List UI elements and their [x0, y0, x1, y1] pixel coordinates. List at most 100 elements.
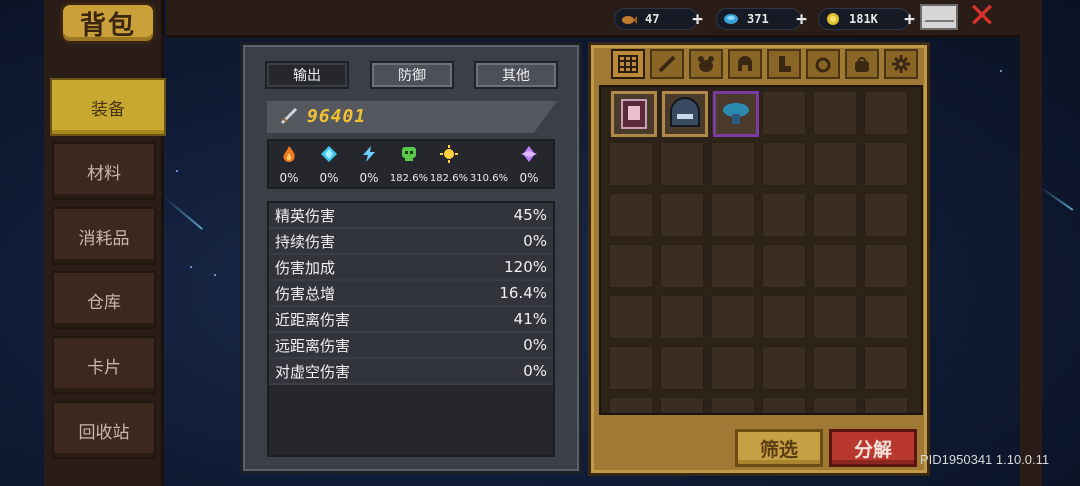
inventory-slot[interactable] — [762, 142, 806, 186]
inventory-slot[interactable] — [813, 244, 857, 288]
add-gem-button[interactable]: + — [796, 9, 807, 30]
sidebar-item-label: 消耗品 — [78, 228, 130, 249]
gem-count: 371 — [747, 12, 769, 26]
inventory-slot[interactable] — [864, 244, 908, 288]
element-void: 0% — [509, 145, 549, 185]
inventory-slot[interactable] — [711, 397, 755, 413]
sidebar-item-label: 装备 — [91, 99, 125, 120]
inventory-slot[interactable] — [762, 244, 806, 288]
grid-icon — [618, 55, 638, 73]
bear-icon — [698, 56, 714, 72]
inventory-slot[interactable] — [762, 295, 806, 339]
stat-value: 41% — [513, 310, 547, 328]
category-ring-tab[interactable] — [806, 49, 840, 79]
inventory-slot[interactable] — [711, 346, 755, 390]
element-lightning: 0% — [349, 145, 389, 185]
tab-defense[interactable]: 防御 — [370, 61, 454, 89]
inventory-slot[interactable] — [813, 193, 857, 237]
inventory-slot[interactable] — [711, 295, 755, 339]
inventory-slot[interactable] — [609, 142, 653, 186]
inventory-slot[interactable] — [813, 397, 857, 413]
sidebar-item-equipment[interactable]: 装备 — [50, 78, 166, 136]
sidebar-item-label: 仓库 — [87, 292, 121, 313]
category-all-tab[interactable] — [611, 49, 645, 79]
fish-icon — [622, 16, 637, 24]
inventory-slot[interactable] — [864, 397, 908, 413]
element-value: 0% — [519, 171, 539, 185]
helmet-icon — [738, 56, 752, 71]
inventory-slot[interactable] — [813, 91, 857, 135]
sidebar-item-consumables[interactable]: 消耗品 — [52, 207, 156, 265]
tab-other[interactable]: 其他 — [474, 61, 558, 89]
inventory-slot[interactable] — [660, 346, 704, 390]
sidebar-item-cards[interactable]: 卡片 — [52, 336, 156, 394]
inventory-slot[interactable] — [660, 142, 704, 186]
inventory-slot[interactable] — [864, 346, 908, 390]
decompose-button[interactable]: 分解 — [829, 429, 917, 467]
stat-label: 对虚空伤害 — [275, 362, 351, 381]
inventory-slot[interactable] — [660, 295, 704, 339]
inventory-item-helmet[interactable] — [662, 91, 708, 137]
sidebar-item-label: 回收站 — [78, 422, 130, 443]
stat-value: 0% — [523, 336, 547, 354]
stat-label: 伤害总增 — [275, 284, 336, 303]
category-bag-tab[interactable] — [845, 49, 879, 79]
page-title-text: 背包 — [79, 10, 136, 41]
mail-icon[interactable] — [920, 4, 958, 30]
inventory-slot[interactable] — [711, 142, 755, 186]
inventory-slot[interactable] — [711, 244, 755, 288]
stat-value: 16.4% — [499, 284, 547, 302]
filter-label: 筛选 — [759, 438, 798, 461]
inventory-item-mushroom[interactable] — [713, 91, 759, 137]
inventory-slot[interactable] — [609, 397, 653, 413]
stat-row: 对虚空伤害 0% — [269, 359, 553, 385]
inventory-slot[interactable] — [609, 295, 653, 339]
stat-label: 伤害加成 — [275, 258, 336, 277]
resource-gem: 371 + — [716, 8, 807, 30]
element-value: 0% — [359, 171, 379, 185]
crescent-icon — [486, 146, 494, 162]
category-misc-tab[interactable] — [884, 49, 918, 79]
inventory-slot[interactable] — [609, 346, 653, 390]
inventory-slot[interactable] — [609, 244, 653, 288]
inventory-slot[interactable] — [660, 397, 704, 413]
sidebar-item-recycle-bin[interactable]: 回收站 — [52, 401, 156, 459]
coin-icon — [827, 13, 839, 25]
star-decoration — [1000, 70, 1002, 72]
inventory-slot[interactable] — [864, 91, 908, 135]
inventory-slot[interactable] — [864, 142, 908, 186]
gem-icon — [724, 14, 738, 24]
inventory-slot[interactable] — [762, 346, 806, 390]
inventory-slot[interactable] — [660, 244, 704, 288]
inventory-slot[interactable] — [813, 346, 857, 390]
coin-count: 181K — [849, 12, 878, 26]
category-helmet-tab[interactable] — [728, 49, 762, 79]
stat-label: 远距离伤害 — [275, 336, 351, 355]
inventory-slot[interactable] — [660, 193, 704, 237]
inventory-slot[interactable] — [762, 397, 806, 413]
inventory-slot[interactable] — [762, 193, 806, 237]
star-decoration — [190, 266, 192, 268]
add-coin-button[interactable]: + — [904, 9, 915, 30]
filter-button[interactable]: 筛选 — [735, 429, 823, 467]
inventory-slot[interactable] — [813, 295, 857, 339]
inventory-slot[interactable] — [813, 142, 857, 186]
sidebar-item-warehouse[interactable]: 仓库 — [52, 271, 156, 329]
category-pet-tab[interactable] — [689, 49, 723, 79]
category-weapon-tab[interactable] — [650, 49, 684, 79]
element-value: 0% — [279, 171, 299, 185]
inventory-slot[interactable] — [711, 193, 755, 237]
inventory-slot[interactable] — [609, 193, 653, 237]
tab-output[interactable]: 输出 — [265, 61, 349, 89]
add-fish-button[interactable]: + — [692, 9, 703, 30]
inventory-slot[interactable] — [864, 295, 908, 339]
star-decoration — [176, 170, 178, 172]
tab-label: 其他 — [502, 68, 530, 84]
bag-icon — [855, 57, 869, 72]
sidebar-item-materials[interactable]: 材料 — [52, 142, 156, 200]
inventory-slot[interactable] — [864, 193, 908, 237]
category-boots-tab[interactable] — [767, 49, 801, 79]
inventory-slot[interactable] — [762, 91, 806, 135]
close-icon[interactable]: ✕ — [966, 0, 998, 33]
inventory-item-book[interactable] — [611, 91, 657, 137]
